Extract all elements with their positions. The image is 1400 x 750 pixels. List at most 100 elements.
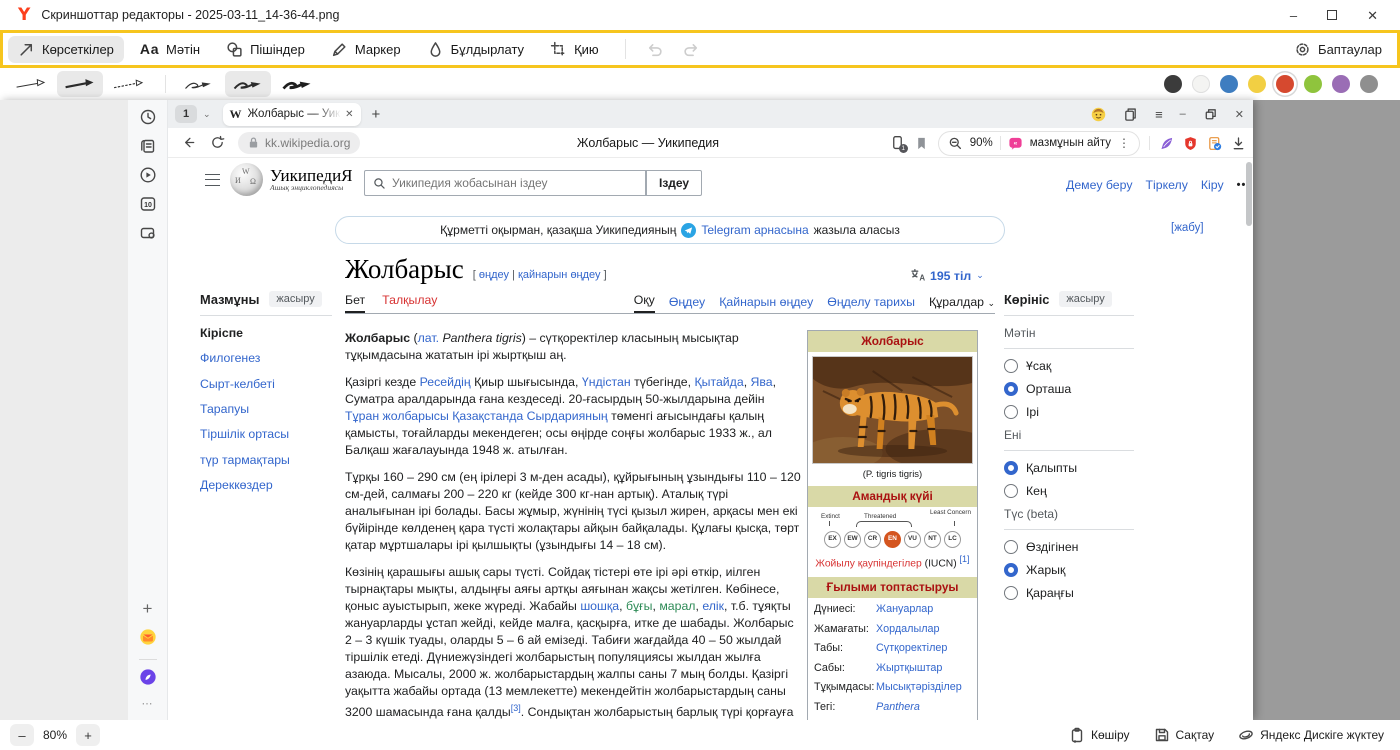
redo-button[interactable] — [673, 41, 710, 58]
undo-button[interactable] — [636, 41, 673, 58]
status-ref: [1] — [960, 554, 970, 564]
close-button[interactable]: ✕ — [1367, 9, 1378, 22]
chip-more-icon: ⋮ — [1118, 136, 1130, 150]
login-link: Кіру — [1201, 178, 1224, 192]
color-yellow[interactable] — [1248, 75, 1266, 93]
browser-restore-icon — [1203, 107, 1218, 122]
color-white[interactable] — [1192, 75, 1210, 93]
wiki-link[interactable]: өңдеу — [479, 269, 509, 281]
zoom-in-button[interactable]: + — [76, 724, 100, 746]
text-segment: Тұрқы 160 – 290 см (ең ірілері 3 м-ден а… — [345, 470, 801, 552]
appearance-header: Көрініс — [1004, 292, 1049, 307]
wiki-link[interactable]: Ресейдің — [420, 375, 471, 389]
radio-icon — [1004, 540, 1018, 554]
wiki-link[interactable]: Қытайда — [694, 375, 743, 389]
minimize-button[interactable]: – — [1290, 9, 1297, 22]
wiki-link[interactable]: Ява — [751, 375, 773, 389]
browser-minimize-icon: – — [1180, 108, 1186, 120]
crop-tool-button[interactable]: Қию — [540, 36, 609, 63]
paragraph: Тұрқы 160 – 290 см (ең ірілері 3 м-ден а… — [345, 469, 801, 554]
window-controls: – ✕ — [1290, 9, 1392, 22]
color-gray[interactable] — [1360, 75, 1378, 93]
wiki-link[interactable]: Қазақстанда Сырдарияның — [452, 409, 608, 423]
register-link: Тіркелу — [1145, 178, 1187, 192]
history-icon — [139, 108, 157, 126]
option-standard: Қалыпты — [1004, 461, 1134, 475]
tab-edit-source: Қайнарын өңдеу — [719, 295, 813, 313]
taxonomy-header: Ғылыми топтастыруы — [808, 577, 977, 598]
wikipedia-globe-icon: WИΩ — [230, 163, 263, 196]
wiki-search-input[interactable] — [392, 176, 637, 190]
maximize-button[interactable] — [1327, 10, 1337, 20]
zoom-out-button[interactable]: – — [10, 724, 34, 746]
language-selector: A 195 тіл ⌄ — [910, 268, 984, 283]
arrow-style-thin-button[interactable] — [8, 71, 54, 97]
tab-page: Бет — [345, 293, 365, 313]
shapes-tool-button[interactable]: Пішіндер — [216, 36, 315, 63]
appearance-panel: Көрініс жасыру Мәтін Ұсақ Орташа Ірі Ені… — [1004, 291, 1134, 609]
wiki-link[interactable]: лат. — [418, 331, 439, 345]
color-black[interactable] — [1164, 75, 1182, 93]
gear-icon — [1294, 41, 1311, 58]
upload-disk-button[interactable]: Яндекс Дискіге жүктеу — [1238, 727, 1384, 743]
color-swatches — [1164, 75, 1392, 93]
svg-text:«: « — [1013, 140, 1017, 147]
table-of-contents: Мазмұны жасыру Кіріспе Филогенез Сырт-ке… — [200, 291, 332, 502]
wiki-link[interactable]: бұғы — [626, 599, 653, 613]
wiki-link[interactable]: [3] — [511, 703, 521, 713]
wiki-link[interactable]: Тұран жолбарысы — [345, 409, 449, 423]
copy-button[interactable]: Көшіру — [1069, 727, 1130, 743]
tab-edit: Өңдеу — [669, 295, 705, 313]
tab-read: Оқу — [634, 293, 655, 313]
wiki-link[interactable]: Үндістан — [582, 375, 631, 389]
status-link-row: Жойылу қаупіндегілер (IUCN) [1] — [812, 554, 973, 571]
screenshot-image[interactable]: 10 + ⋯ 1 ⌄ W Жолбарыс — Уикипеди ✕ + ≡ –… — [0, 100, 1253, 720]
marker-tool-button[interactable]: Маркер — [321, 36, 411, 63]
browser-tab: W Жолбарыс — Уикипеди ✕ — [223, 103, 361, 126]
sketch-arrow-thin-icon — [180, 75, 218, 93]
settings-button[interactable]: Баптаулар — [1294, 41, 1392, 58]
text-tool-button[interactable]: Аа Мәтін — [130, 36, 210, 62]
floppy-icon — [1154, 727, 1170, 743]
option-wide: Кең — [1004, 484, 1134, 498]
toc-item: Филогенез — [200, 350, 332, 368]
sketch-arrow-thick-button[interactable] — [274, 71, 320, 97]
editor-zoom-value: 80% — [43, 728, 67, 742]
browser-tabstrip: 1 ⌄ W Жолбарыс — Уикипеди ✕ + ≡ – ✕ — [168, 100, 1253, 128]
arrow-style-dotted-button[interactable] — [106, 71, 152, 97]
download-icon — [1231, 136, 1246, 151]
paragraph: Көзінің қарашығы ашық сары түсті. Сойдақ… — [345, 564, 801, 720]
color-red-selected[interactable] — [1276, 75, 1294, 93]
wiki-link[interactable]: марал — [659, 599, 695, 613]
color-blue[interactable] — [1220, 75, 1238, 93]
shapes-icon — [226, 41, 243, 58]
url-field: kk.wikipedia.org — [238, 132, 360, 154]
image-caption: (P. tigris tigris) — [808, 468, 977, 485]
browser-sidebar: 10 + ⋯ — [128, 100, 168, 720]
color-purple[interactable] — [1332, 75, 1350, 93]
option-dark: Қараңғы — [1004, 586, 1134, 600]
sketch-arrow-medium-button[interactable] — [225, 71, 271, 97]
tab-counter-icon: 10 — [139, 195, 157, 213]
sketch-arrow-thin-button[interactable] — [176, 71, 222, 97]
wiki-link[interactable]: елік — [702, 599, 724, 613]
wiki-link[interactable]: шошқа — [580, 599, 619, 613]
radio-icon — [1004, 405, 1018, 419]
banner-close-link: [жабу] — [1171, 222, 1204, 234]
blur-tool-button[interactable]: Бұлдырлату — [417, 36, 534, 63]
article-title-row: Жолбарыс [ өңдеу | қайнарын өңдеу ] — [345, 254, 607, 285]
languages-icon: A — [910, 268, 925, 283]
arrow-style-solid-button[interactable] — [57, 71, 103, 97]
tab-tools: Құралдар ⌄ — [929, 295, 995, 313]
wallet-icon — [139, 224, 157, 242]
browser-close-icon: ✕ — [1235, 108, 1244, 121]
save-button[interactable]: Сақтау — [1154, 727, 1215, 743]
editor-canvas[interactable]: 10 + ⋯ 1 ⌄ W Жолбарыс — Уикипеди ✕ + ≡ –… — [0, 100, 1400, 720]
wiki-link[interactable]: қайнарын өңдеу — [518, 269, 601, 281]
tabstrip-right: ≡ – ✕ — [1091, 107, 1253, 122]
tiger-image — [812, 356, 973, 464]
browser-menu-icon: ≡ — [1155, 107, 1163, 122]
arrows-tool-button[interactable]: Көрсеткілер — [8, 36, 124, 63]
statusbar-actions: Көшіру Сақтау Яндекс Дискіге жүктеу — [1069, 727, 1390, 743]
color-green[interactable] — [1304, 75, 1322, 93]
